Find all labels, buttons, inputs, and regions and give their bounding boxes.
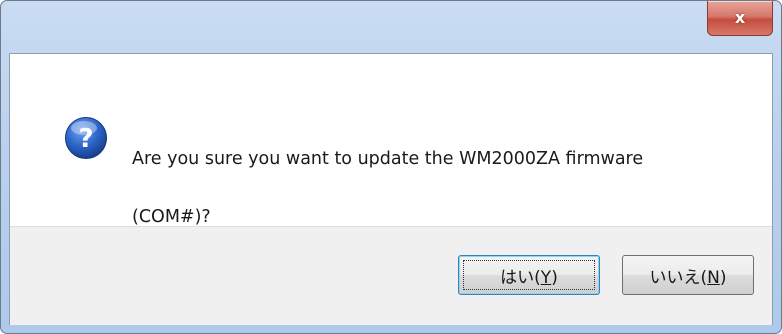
message-area: ? Are you sure you want to update the WM… <box>10 54 772 227</box>
close-icon: x <box>734 8 746 27</box>
no-button-label: いいえ(N) <box>649 267 727 288</box>
yes-button[interactable]: はい(Y) <box>458 255 600 295</box>
dialog-window: x ? Are you sure you want to update the … <box>0 0 782 334</box>
button-bar: はい(Y) いいえ(N) <box>10 226 772 325</box>
close-button[interactable]: x <box>707 1 773 36</box>
question-icon: ? <box>65 117 107 159</box>
dialog-client-area: ? Are you sure you want to update the WM… <box>9 53 773 325</box>
svg-text:?: ? <box>78 124 93 154</box>
no-button[interactable]: いいえ(N) <box>622 255 754 295</box>
focus-rectangle <box>463 260 595 290</box>
title-bar: x <box>1 1 781 53</box>
message-line-1: Are you sure you want to update the WM20… <box>132 149 644 169</box>
